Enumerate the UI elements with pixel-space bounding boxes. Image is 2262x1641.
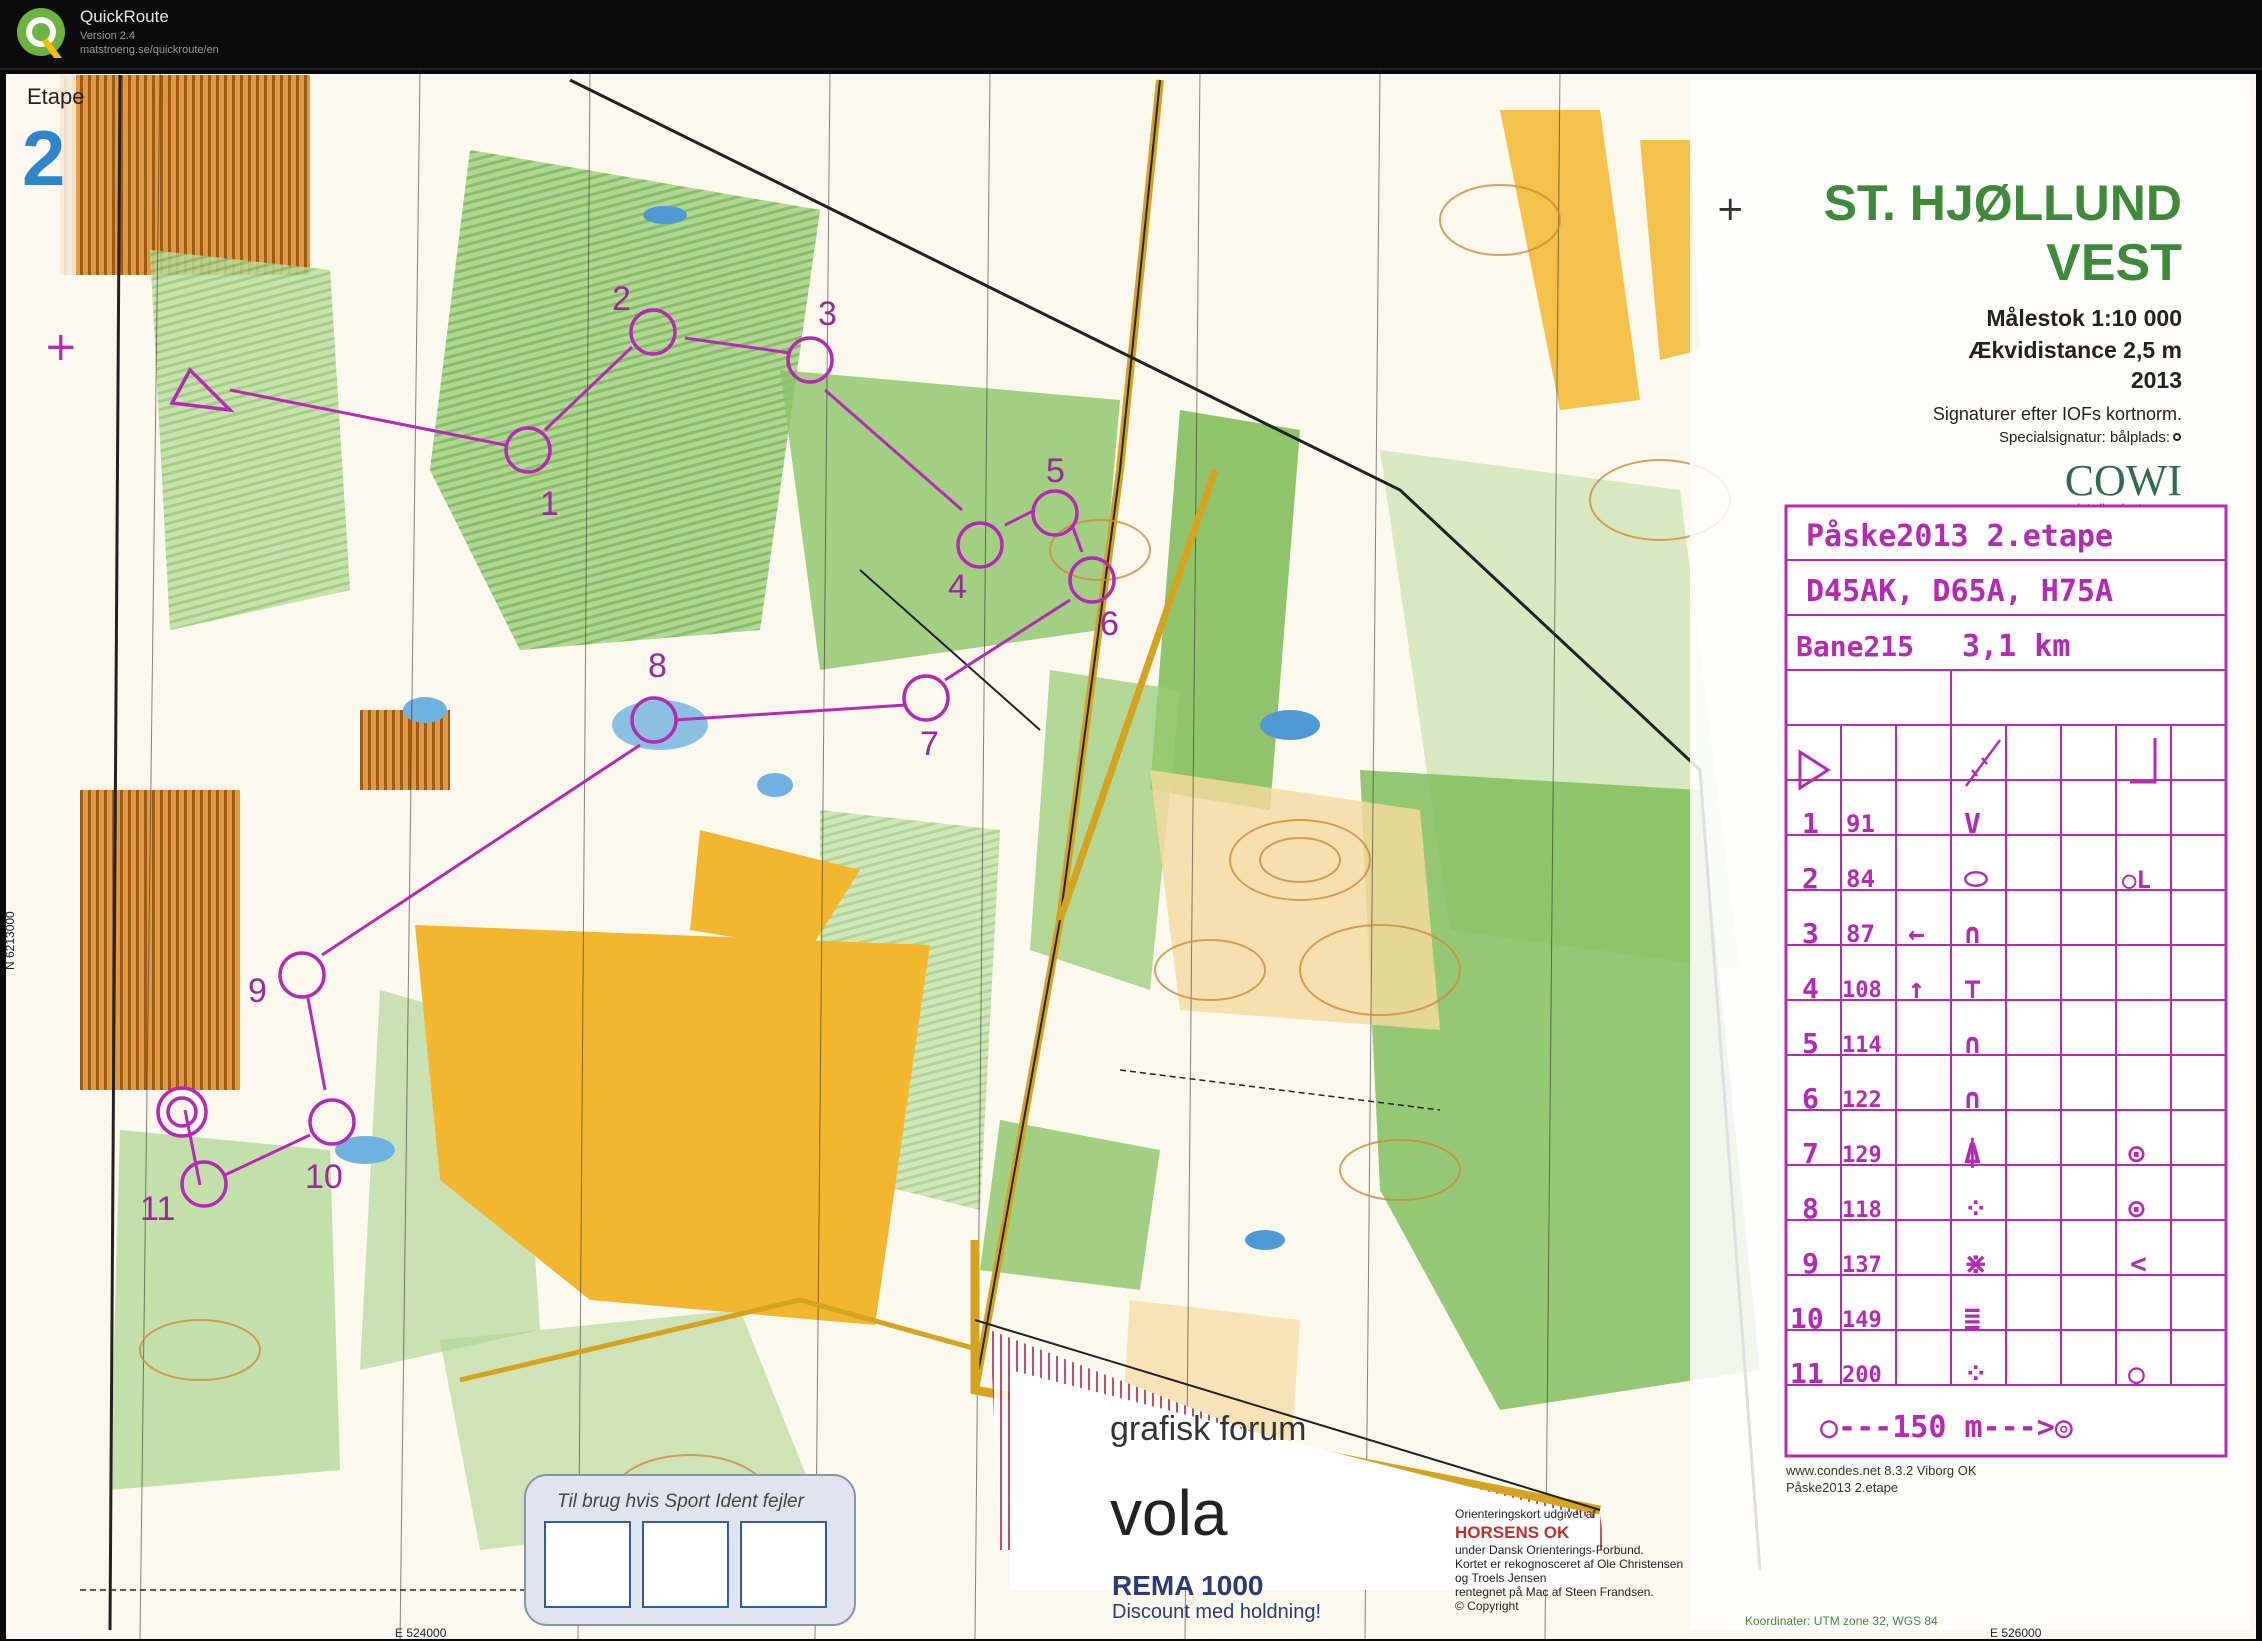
route-label-9: 9 (248, 972, 267, 1010)
cd-course-name: Bane215 (1796, 630, 1914, 663)
cd-row-2-code: 84 (1846, 865, 1875, 893)
cd-row-10-feature: ≣ (1964, 1302, 1981, 1335)
publisher-line6: © Copyright (1455, 1599, 1519, 1613)
sponsor-rema: REMA 1000 (1112, 1570, 1263, 1601)
app-name: QuickRoute (80, 7, 169, 26)
cd-row-9-num: 9 (1802, 1247, 1819, 1280)
cd-row-7-extra: ⊙ (2128, 1137, 2145, 1170)
cd-row-7-code: 129 (1842, 1143, 1882, 1168)
cd-row-7-num: 7 (1802, 1137, 1819, 1170)
start-crosshair-icon: + (44, 324, 78, 370)
registration-cross-icon: + (1716, 189, 1745, 229)
cd-row-8-extra: ⊙ (2128, 1192, 2145, 1225)
cowi-logo: COWI (2065, 456, 2182, 505)
cd-row-8-feature: ⁘ (1964, 1192, 1987, 1225)
route-label-11: 11 (140, 1190, 175, 1228)
backup-punch-card: Til brug hvis Sport Ident fejler (524, 1474, 856, 1626)
map-title-line1: ST. HJØLLUND (1824, 175, 2182, 231)
route-label-7: 7 (920, 725, 939, 763)
publisher-club: HORSENS OK (1455, 1523, 1570, 1542)
cd-row-2-extra: ○L (2122, 866, 2151, 894)
cd-row-11-extra: ○ (2128, 1357, 2145, 1390)
special-symbol-note: Specialsignatur: bålplads: (1999, 429, 2170, 446)
cd-classes: D45AK, D65A, H75A (1806, 574, 2113, 609)
map-scale: Målestok 1:10 000 (1986, 305, 2182, 331)
sponsor-vola: vola (1110, 1477, 1228, 1549)
easting-left: E 524000 (395, 1626, 447, 1640)
map-title-line2: VEST (2046, 234, 2182, 292)
condes-event: Påske2013 2.etape (1786, 1480, 1898, 1495)
route-label-1: 1 (540, 485, 559, 523)
route-label-10: 10 (305, 1158, 343, 1196)
cd-row-11-num: 11 (1790, 1357, 1824, 1390)
northing-label: N 6213000 (3, 911, 17, 970)
quickroute-logo-icon (17, 8, 65, 58)
route-label-8: 8 (648, 647, 667, 685)
orienteering-map[interactable]: 1 2 3 4 5 6 7 8 9 10 11 Etape 2 N 621300… (0, 70, 2262, 1641)
publisher-line5: rentegnet på Mac af Steen Frandsen. (1455, 1585, 1654, 1599)
backup-box-3 (740, 1521, 827, 1608)
cd-row-8-num: 8 (1802, 1192, 1819, 1225)
map-contour: Ækvidistance 2,5 m (1969, 337, 2183, 363)
control-description-sheet: Påske2013 2.etape D45AK, D65A, H75A Bane… (1784, 504, 2228, 1495)
cd-row-5-code: 114 (1842, 1033, 1882, 1058)
easting-right: E 526000 (1990, 1626, 2042, 1640)
cd-row-7-feature: ⍋ (1964, 1137, 1981, 1170)
cd-row-9-extra: < (2130, 1247, 2147, 1280)
publisher-line4: og Troels Jensen (1455, 1571, 1546, 1585)
cd-row-4-num: 4 (1802, 972, 1819, 1005)
cd-row-10-code: 149 (1842, 1308, 1882, 1333)
backup-label: Til brug hvis Sport Ident fejler (557, 1491, 805, 1512)
cd-row-1-code: 91 (1846, 810, 1875, 838)
cd-row-9-code: 137 (1842, 1253, 1882, 1278)
route-label-2: 2 (612, 280, 631, 318)
cd-row-6-num: 6 (1802, 1082, 1819, 1115)
cd-row-1-feature: V (1964, 807, 1981, 840)
publisher-line2: under Dansk Orienterings-Forbund. (1455, 1543, 1644, 1557)
cd-row-4-feature: ⊤ (1964, 972, 1981, 1005)
cd-row-11-code: 200 (1842, 1363, 1882, 1388)
symbols-note: Signaturer efter IOFs kortnorm. (1933, 404, 2182, 424)
publisher-line3: Kortet er rekognosceret af Ole Christens… (1455, 1557, 1683, 1571)
cd-row-11-feature: ⁘ (1964, 1357, 1987, 1390)
cd-row-2-feature: ⬭ (1964, 862, 1988, 895)
app-titlebar: QuickRoute Version 2.4 matstroeng.se/qui… (0, 0, 2262, 70)
stage-label: Etape (27, 84, 85, 109)
route-label-5: 5 (1046, 452, 1065, 490)
cd-row-3-feature: ∩ (1964, 917, 1981, 950)
cd-row-6-feature: ∩ (1964, 1082, 1981, 1115)
sponsor-grafisk-forum: grafisk forum (1110, 1410, 1307, 1448)
sponsor-rema-tagline: Discount med holdning! (1112, 1601, 1321, 1623)
cd-row-5-feature: ∩ (1964, 1027, 1981, 1060)
backup-box-2 (642, 1521, 729, 1608)
cd-course-length: 3,1 km (1962, 629, 2070, 664)
app-version: Version 2.4 (80, 30, 136, 42)
cd-event: Påske2013 2.etape (1806, 518, 2113, 554)
map-year: 2013 (2131, 367, 2182, 393)
cd-row-3-code: 87 (1846, 920, 1875, 948)
route-label-6: 6 (1100, 605, 1119, 643)
coordinates-note: Koordinater: UTM zone 32, WGS 84 (1745, 1614, 1938, 1628)
cd-row-4-code: 108 (1842, 978, 1882, 1003)
route-label-4: 4 (948, 568, 967, 606)
cd-row-1-num: 1 (1802, 807, 1819, 840)
cd-row-5-num: 5 (1802, 1027, 1819, 1060)
cd-row-4-dir: ↑ (1908, 972, 1925, 1005)
margin-left (6, 74, 76, 1639)
cd-finish-note: ○---150 m--->◎ (1820, 1410, 2073, 1445)
publisher-line1: Orienteringskort udgivet af (1455, 1507, 1596, 1521)
route-label-3: 3 (818, 295, 837, 333)
cd-row-9-feature: ⋇ (1964, 1247, 1987, 1280)
cd-row-6-code: 122 (1842, 1088, 1882, 1113)
cd-row-3-dir: ← (1908, 917, 1925, 950)
backup-box-1 (544, 1521, 631, 1608)
cd-row-3-num: 3 (1802, 917, 1819, 950)
condes-credit: www.condes.net 8.3.2 Viborg OK (1785, 1463, 1977, 1478)
cd-row-2-num: 2 (1802, 862, 1819, 895)
cd-row-8-code: 118 (1842, 1198, 1882, 1223)
stage-number: 2 (22, 114, 65, 202)
app-url[interactable]: matstroeng.se/quickroute/en (80, 44, 219, 56)
cd-row-10-num: 10 (1790, 1302, 1824, 1335)
